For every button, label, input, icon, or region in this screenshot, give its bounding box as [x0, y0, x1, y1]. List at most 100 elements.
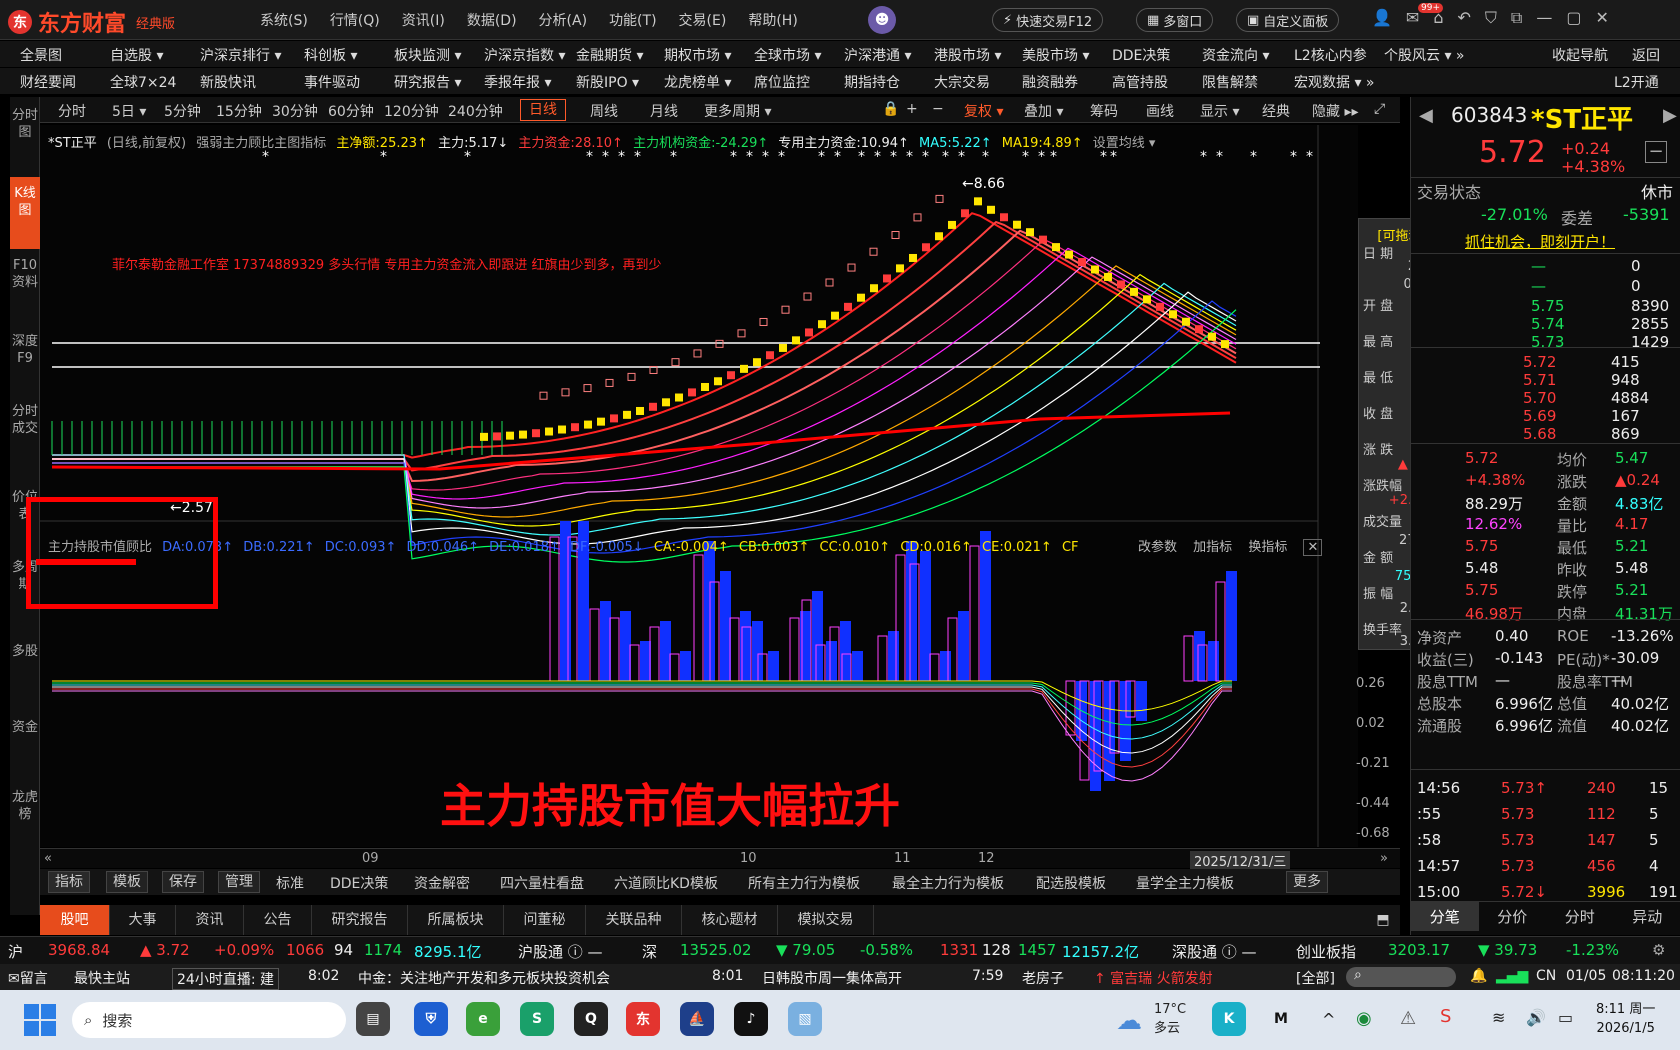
nav2-item[interactable]: 季报年报 ▾ [484, 72, 551, 92]
period-5day[interactable]: 5日 ▾ [112, 101, 146, 121]
template-tab[interactable]: 模板 [106, 871, 148, 893]
tab-news[interactable]: 资讯 [176, 905, 244, 935]
image-app-icon[interactable]: ▧ [788, 1002, 822, 1036]
nav1-item[interactable]: 沪深京排行 ▾ [200, 45, 281, 65]
nav1-item[interactable]: 板块监测 ▾ [394, 45, 461, 65]
period-120min[interactable]: 120分钟 [384, 101, 439, 121]
menu-data[interactable]: 数据(D) [467, 10, 517, 30]
scroll-left-icon[interactable]: « [44, 851, 52, 866]
taskbar-clock[interactable]: 8:11 周一 2026/1/5 [1596, 1000, 1655, 1038]
nav1-item[interactable]: 个股风云 ▾ » [1384, 45, 1465, 65]
swap-indicator-button[interactable]: 换指标 [1248, 540, 1287, 555]
bid-price[interactable]: 5.71 [1523, 371, 1556, 389]
period-monthly[interactable]: 月线 [650, 101, 678, 121]
period-60min[interactable]: 60分钟 [328, 101, 374, 121]
tray-s-icon[interactable]: S [1440, 1006, 1451, 1027]
fastest-server-button[interactable]: 最快主站 [74, 968, 130, 988]
adjust-button[interactable]: 复权 ▾ [964, 101, 1003, 121]
indicator-name[interactable]: 强弱主力顾比主图指标 [196, 136, 326, 151]
hk-connect-sh[interactable]: 沪股通 ⓘ — [518, 941, 603, 962]
template-item[interactable]: 所有主力行为模板 [748, 873, 860, 893]
save-button[interactable]: 保存 [162, 871, 204, 893]
period-5min[interactable]: 5分钟 [164, 101, 201, 121]
nav2-item[interactable]: 事件驱动 [304, 72, 360, 92]
sh-label[interactable]: 沪 [8, 941, 23, 962]
nav2-item[interactable]: 宏观数据 ▾ » [1294, 72, 1375, 92]
period-more[interactable]: 更多周期 ▾ [704, 101, 771, 121]
nav1-item[interactable]: 全球市场 ▾ [754, 45, 821, 65]
template-item[interactable]: 标准 [276, 873, 304, 893]
ask-price[interactable]: 5.73 [1531, 333, 1564, 351]
period-240min[interactable]: 240分钟 [448, 101, 503, 121]
nav2-item[interactable]: 新股IPO ▾ [576, 72, 639, 92]
view-f10[interactable]: F10资料 [10, 257, 40, 317]
custom-panel-button[interactable]: ▣ 自定义面板 [1236, 8, 1340, 32]
nav2-item[interactable]: 大宗交易 [934, 72, 990, 92]
bid-price[interactable]: 5.69 [1523, 407, 1556, 425]
template-item[interactable]: 六道顾比KD模板 [614, 873, 718, 893]
hot-stock-ticker[interactable]: ↑ 富吉瑞 火箭发射 [1094, 968, 1213, 988]
nav1-item[interactable]: 沪深港通 ▾ [844, 45, 911, 65]
hide-button[interactable]: 隐藏 ▸▸ [1312, 101, 1359, 121]
bid-price[interactable]: 5.72 [1523, 353, 1556, 371]
menu-analysis[interactable]: 分析(A) [539, 10, 588, 30]
language-label[interactable]: CN [1536, 968, 1556, 984]
weather-info[interactable]: 17°C 多云 [1154, 1000, 1186, 1038]
view-timeshare[interactable]: 分时图 [10, 103, 40, 167]
nav1-item[interactable]: L2核心内参 [1294, 45, 1367, 65]
task-view-icon[interactable]: ▤ [356, 1002, 390, 1036]
tray-warning-icon[interactable]: ⚠ [1400, 1008, 1416, 1029]
tab-sim-trade[interactable]: 模拟交易 [778, 905, 874, 935]
scroll-right-icon[interactable]: » [1380, 851, 1388, 866]
tab-ticks[interactable]: 分笔 [1411, 902, 1479, 931]
maximize-icon[interactable]: ▢ [1566, 8, 1581, 28]
nav1-item[interactable]: 科创板 ▾ [304, 45, 357, 65]
tab-ask-secretary[interactable]: 问董秘 [504, 905, 586, 935]
tab-sectors[interactable]: 所属板块 [408, 905, 504, 935]
template-item[interactable]: 资金解密 [414, 873, 470, 893]
view-trades[interactable]: 分时成交 [10, 403, 40, 479]
kline-chart[interactable]: * * * * * * * * * * * * * * * * * * * * * * * * * * * * * * * * [40, 125, 1358, 847]
tab-alerts[interactable]: 异动 [1614, 902, 1680, 931]
app-s-icon[interactable]: S [520, 1002, 554, 1036]
close-sub-indicator-icon[interactable]: ✕ [1303, 539, 1323, 556]
live-feed-label[interactable]: 24小时直播: 建 [172, 968, 279, 990]
open-account-link[interactable]: 抓住机会，即刻开户！ [1465, 231, 1615, 252]
collapse-icon[interactable]: − [1645, 141, 1667, 163]
bid-price[interactable]: 5.70 [1523, 389, 1556, 407]
tray-m-icon[interactable]: M [1264, 1002, 1298, 1036]
view-dragon-tiger[interactable]: 龙虎榜 [10, 789, 40, 849]
sz-label[interactable]: 深 [642, 941, 657, 962]
nav2-item[interactable]: 席位监控 [754, 72, 810, 92]
manage-button[interactable]: 管理 [218, 871, 260, 893]
tray-k-icon[interactable]: K [1212, 1002, 1246, 1036]
nav2-item[interactable]: 限售解禁 [1202, 72, 1258, 92]
fullscreen-icon[interactable]: ⤢ [1374, 101, 1385, 117]
menu-function[interactable]: 功能(T) [609, 10, 656, 30]
nav2-item[interactable]: 融资融券 [1022, 72, 1078, 92]
lock-icon[interactable]: 🔒 [882, 101, 899, 117]
restore-icon[interactable]: ⧉ [1511, 8, 1522, 28]
overlay-button[interactable]: 叠加 ▾ [1024, 101, 1063, 121]
display-button[interactable]: 显示 ▾ [1200, 101, 1239, 121]
view-depth[interactable]: 深度F9 [10, 333, 40, 393]
nav2-item[interactable]: 高管持股 [1112, 72, 1168, 92]
back-button[interactable]: 返回 [1632, 45, 1660, 65]
prev-stock-icon[interactable]: ◀ [1419, 105, 1433, 126]
menu-news[interactable]: 资讯(I) [402, 10, 445, 30]
nav2-item[interactable]: 期指持仓 [844, 72, 900, 92]
period-timeshare[interactable]: 分时 [58, 101, 86, 121]
news-headline[interactable]: 日韩股市周一集体高开 [762, 968, 902, 988]
hk-connect-sz[interactable]: 深股通 ⓘ — [1172, 941, 1257, 962]
chips-button[interactable]: 筹码 [1090, 101, 1118, 121]
news-headline[interactable]: 中金：关注地产开发和多元板块投资机会 [358, 968, 610, 988]
nav1-item[interactable]: 资金流向 ▾ [1202, 45, 1269, 65]
eastmoney-app-icon[interactable]: 东 [626, 1002, 660, 1036]
period-30min[interactable]: 30分钟 [272, 101, 318, 121]
menu-quote[interactable]: 行情(Q) [330, 10, 380, 30]
tab-price-dist[interactable]: 分价 [1479, 902, 1547, 931]
ask-price[interactable]: 5.74 [1531, 315, 1564, 333]
nav2-item[interactable]: 全球7×24 [110, 72, 176, 92]
assistant-robot-icon[interactable]: ☻ [868, 6, 896, 34]
tiktok-icon[interactable]: ♪ [734, 1002, 768, 1036]
